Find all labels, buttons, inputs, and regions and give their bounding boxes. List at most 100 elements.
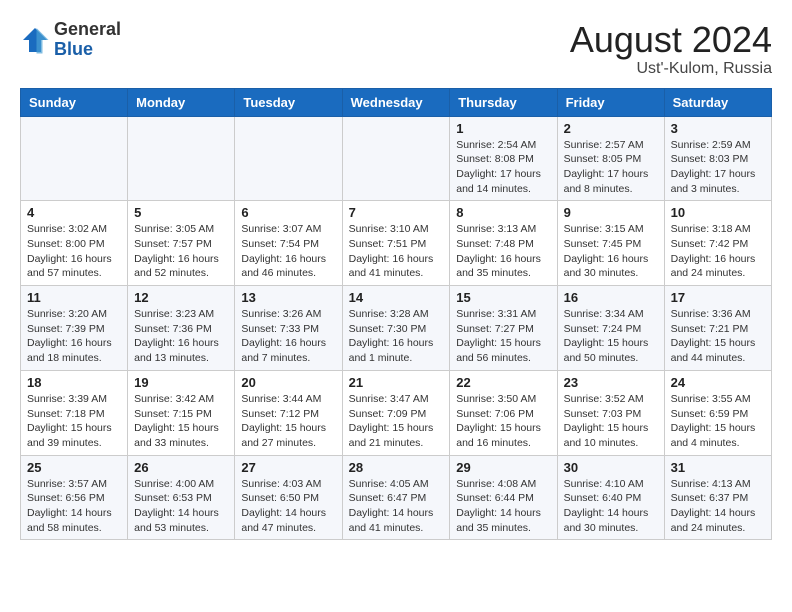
day-number: 30 bbox=[564, 460, 658, 475]
day-number: 28 bbox=[349, 460, 444, 475]
day-number: 6 bbox=[241, 205, 335, 220]
weekday-header-friday: Friday bbox=[557, 88, 664, 116]
logo-general: General bbox=[54, 20, 121, 40]
day-info: Sunrise: 3:18 AM Sunset: 7:42 PM Dayligh… bbox=[671, 222, 765, 281]
day-info: Sunrise: 3:10 AM Sunset: 7:51 PM Dayligh… bbox=[349, 222, 444, 281]
day-info: Sunrise: 3:47 AM Sunset: 7:09 PM Dayligh… bbox=[349, 392, 444, 451]
day-info: Sunrise: 3:07 AM Sunset: 7:54 PM Dayligh… bbox=[241, 222, 335, 281]
calendar-cell: 20Sunrise: 3:44 AM Sunset: 7:12 PM Dayli… bbox=[235, 370, 342, 455]
calendar-cell: 26 Sunrise: 4:00 AM Sunset: 6:53 PM Dayli… bbox=[128, 455, 235, 540]
day-number: 23 bbox=[564, 375, 658, 390]
weekday-header-tuesday: Tuesday bbox=[235, 88, 342, 116]
day-number: 5 bbox=[134, 205, 228, 220]
day-number: 18 bbox=[27, 375, 121, 390]
weekday-header-sunday: Sunday bbox=[21, 88, 128, 116]
day-info: Sunrise: 3:28 AM Sunset: 7:30 PM Dayligh… bbox=[349, 307, 444, 366]
day-number: 25 bbox=[27, 460, 121, 475]
calendar-cell: 22 Sunrise: 3:50 AM Sunset: 7:06 PM Dayli… bbox=[450, 370, 557, 455]
day-info: Sunrise: 2:59 AM Sunset: 8:03 PM Dayligh… bbox=[671, 138, 765, 197]
logo-blue: Blue bbox=[54, 40, 121, 60]
day-info: Sunrise: 3:13 AM Sunset: 7:48 PM Dayligh… bbox=[456, 222, 550, 281]
day-info: Sunrise: 4:05 AM Sunset: 6:47 PM Dayligh… bbox=[349, 477, 444, 536]
calendar-cell: 15Sunrise: 3:31 AM Sunset: 7:27 PM Dayli… bbox=[450, 286, 557, 371]
calendar-week-row: 1 Sunrise: 2:54 AM Sunset: 8:08 PM Daylig… bbox=[21, 116, 772, 201]
calendar-cell: 18 Sunrise: 3:39 AM Sunset: 7:18 PM Dayli… bbox=[21, 370, 128, 455]
calendar-week-row: 4Sunrise: 3:02 AM Sunset: 8:00 PM Daylig… bbox=[21, 201, 772, 286]
calendar-cell: 12Sunrise: 3:23 AM Sunset: 7:36 PM Dayli… bbox=[128, 286, 235, 371]
day-info: Sunrise: 3:05 AM Sunset: 7:57 PM Dayligh… bbox=[134, 222, 228, 281]
calendar-cell: 11 Sunrise: 3:20 AM Sunset: 7:39 PM Dayli… bbox=[21, 286, 128, 371]
weekday-header-thursday: Thursday bbox=[450, 88, 557, 116]
day-info: Sunrise: 3:15 AM Sunset: 7:45 PM Dayligh… bbox=[564, 222, 658, 281]
day-number: 19 bbox=[134, 375, 228, 390]
day-info: Sunrise: 4:03 AM Sunset: 6:50 PM Dayligh… bbox=[241, 477, 335, 536]
day-number: 24 bbox=[671, 375, 765, 390]
calendar-cell: 1 Sunrise: 2:54 AM Sunset: 8:08 PM Daylig… bbox=[450, 116, 557, 201]
weekday-header-saturday: Saturday bbox=[664, 88, 771, 116]
calendar-cell: 23 Sunrise: 3:52 AM Sunset: 7:03 PM Dayli… bbox=[557, 370, 664, 455]
calendar-cell: 19Sunrise: 3:42 AM Sunset: 7:15 PM Dayli… bbox=[128, 370, 235, 455]
day-info: Sunrise: 3:39 AM Sunset: 7:18 PM Dayligh… bbox=[27, 392, 121, 451]
calendar-cell: 24Sunrise: 3:55 AM Sunset: 6:59 PM Dayli… bbox=[664, 370, 771, 455]
day-number: 9 bbox=[564, 205, 658, 220]
calendar-cell bbox=[342, 116, 450, 201]
calendar-week-row: 18 Sunrise: 3:39 AM Sunset: 7:18 PM Dayli… bbox=[21, 370, 772, 455]
month-year: August 2024 bbox=[570, 20, 772, 60]
day-number: 13 bbox=[241, 290, 335, 305]
calendar-cell: 27 Sunrise: 4:03 AM Sunset: 6:50 PM Dayli… bbox=[235, 455, 342, 540]
day-number: 21 bbox=[349, 375, 444, 390]
day-info: Sunrise: 3:23 AM Sunset: 7:36 PM Dayligh… bbox=[134, 307, 228, 366]
calendar-cell: 5 Sunrise: 3:05 AM Sunset: 7:57 PM Daylig… bbox=[128, 201, 235, 286]
calendar-table: SundayMondayTuesdayWednesdayThursdayFrid… bbox=[20, 88, 772, 541]
calendar-cell: 6 Sunrise: 3:07 AM Sunset: 7:54 PM Daylig… bbox=[235, 201, 342, 286]
day-number: 10 bbox=[671, 205, 765, 220]
calendar-cell: 9 Sunrise: 3:15 AM Sunset: 7:45 PM Daylig… bbox=[557, 201, 664, 286]
calendar-cell: 7 Sunrise: 3:10 AM Sunset: 7:51 PM Daylig… bbox=[342, 201, 450, 286]
day-number: 14 bbox=[349, 290, 444, 305]
day-info: Sunrise: 3:34 AM Sunset: 7:24 PM Dayligh… bbox=[564, 307, 658, 366]
calendar-week-row: 11 Sunrise: 3:20 AM Sunset: 7:39 PM Dayli… bbox=[21, 286, 772, 371]
calendar-cell: 4Sunrise: 3:02 AM Sunset: 8:00 PM Daylig… bbox=[21, 201, 128, 286]
calendar-cell: 21 Sunrise: 3:47 AM Sunset: 7:09 PM Dayli… bbox=[342, 370, 450, 455]
calendar-cell: 28 Sunrise: 4:05 AM Sunset: 6:47 PM Dayli… bbox=[342, 455, 450, 540]
calendar-cell bbox=[21, 116, 128, 201]
day-info: Sunrise: 3:31 AM Sunset: 7:27 PM Dayligh… bbox=[456, 307, 550, 366]
day-number: 16 bbox=[564, 290, 658, 305]
day-info: Sunrise: 4:10 AM Sunset: 6:40 PM Dayligh… bbox=[564, 477, 658, 536]
calendar-cell bbox=[235, 116, 342, 201]
day-number: 1 bbox=[456, 121, 550, 136]
day-info: Sunrise: 4:08 AM Sunset: 6:44 PM Dayligh… bbox=[456, 477, 550, 536]
day-number: 26 bbox=[134, 460, 228, 475]
page-header: General Blue August 2024 Ust'-Kulom, Rus… bbox=[20, 20, 772, 78]
calendar-cell: 2Sunrise: 2:57 AM Sunset: 8:05 PM Daylig… bbox=[557, 116, 664, 201]
day-info: Sunrise: 3:36 AM Sunset: 7:21 PM Dayligh… bbox=[671, 307, 765, 366]
day-number: 11 bbox=[27, 290, 121, 305]
day-info: Sunrise: 3:26 AM Sunset: 7:33 PM Dayligh… bbox=[241, 307, 335, 366]
day-number: 22 bbox=[456, 375, 550, 390]
weekday-header-monday: Monday bbox=[128, 88, 235, 116]
day-info: Sunrise: 2:54 AM Sunset: 8:08 PM Dayligh… bbox=[456, 138, 550, 197]
calendar-cell: 14 Sunrise: 3:28 AM Sunset: 7:30 PM Dayli… bbox=[342, 286, 450, 371]
day-info: Sunrise: 3:52 AM Sunset: 7:03 PM Dayligh… bbox=[564, 392, 658, 451]
calendar-cell: 30 Sunrise: 4:10 AM Sunset: 6:40 PM Dayli… bbox=[557, 455, 664, 540]
calendar-cell: 16 Sunrise: 3:34 AM Sunset: 7:24 PM Dayli… bbox=[557, 286, 664, 371]
day-number: 31 bbox=[671, 460, 765, 475]
logo-icon bbox=[20, 25, 50, 55]
calendar-cell bbox=[128, 116, 235, 201]
day-info: Sunrise: 3:57 AM Sunset: 6:56 PM Dayligh… bbox=[27, 477, 121, 536]
day-number: 4 bbox=[27, 205, 121, 220]
location: Ust'-Kulom, Russia bbox=[570, 60, 772, 78]
day-number: 20 bbox=[241, 375, 335, 390]
weekday-header-wednesday: Wednesday bbox=[342, 88, 450, 116]
day-number: 27 bbox=[241, 460, 335, 475]
day-number: 17 bbox=[671, 290, 765, 305]
calendar-cell: 31Sunrise: 4:13 AM Sunset: 6:37 PM Dayli… bbox=[664, 455, 771, 540]
calendar-cell: 8Sunrise: 3:13 AM Sunset: 7:48 PM Daylig… bbox=[450, 201, 557, 286]
day-number: 7 bbox=[349, 205, 444, 220]
day-info: Sunrise: 3:20 AM Sunset: 7:39 PM Dayligh… bbox=[27, 307, 121, 366]
title-block: August 2024 Ust'-Kulom, Russia bbox=[570, 20, 772, 78]
day-number: 3 bbox=[671, 121, 765, 136]
day-info: Sunrise: 4:00 AM Sunset: 6:53 PM Dayligh… bbox=[134, 477, 228, 536]
day-info: Sunrise: 3:50 AM Sunset: 7:06 PM Dayligh… bbox=[456, 392, 550, 451]
logo: General Blue bbox=[20, 20, 121, 60]
